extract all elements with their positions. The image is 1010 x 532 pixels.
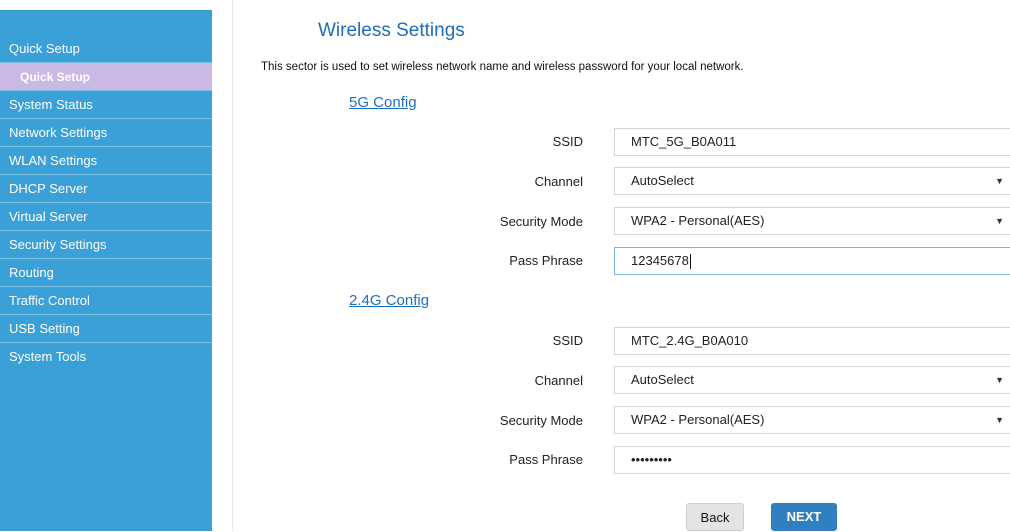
value-2-4g-pass-phrase: ••••••••• [631, 452, 672, 467]
sidebar-subitem-quick-setup[interactable]: Quick Setup [0, 63, 212, 91]
sidebar-item-system-status[interactable]: System Status [0, 91, 212, 119]
sidebar-item-traffic-control[interactable]: Traffic Control [0, 287, 212, 315]
sidebar-item-dhcp-server[interactable]: DHCP Server [0, 175, 212, 203]
input-2-4g-ssid[interactable]: MTC_2.4G_B0A010 [614, 327, 1010, 355]
content-divider [232, 0, 233, 531]
value-5g-security-mode: WPA2 - Personal(AES) [631, 213, 765, 228]
sidebar-item-system-tools[interactable]: System Tools [0, 343, 212, 371]
sidebar-item-usb-setting[interactable]: USB Setting [0, 315, 212, 343]
select-2-4g-security-mode[interactable]: WPA2 - Personal(AES) ▼ [614, 406, 1010, 434]
label-5g-pass-phrase: Pass Phrase [509, 253, 583, 268]
dropdown-arrow-icon: ▼ [995, 375, 1004, 385]
select-2-4g-channel[interactable]: AutoSelect ▼ [614, 366, 1010, 394]
page-title: Wireless Settings [318, 20, 465, 41]
input-5g-ssid[interactable]: MTC_5G_B0A011 [614, 128, 1010, 156]
sidebar-item-virtual-server[interactable]: Virtual Server [0, 203, 212, 231]
value-5g-pass-phrase: 12345678 [631, 253, 689, 268]
dropdown-arrow-icon: ▼ [995, 216, 1004, 226]
value-2-4g-channel: AutoSelect [631, 372, 694, 387]
sidebar-item-network-settings[interactable]: Network Settings [0, 119, 212, 147]
input-5g-pass-phrase[interactable]: 12345678 [614, 247, 1010, 275]
dropdown-arrow-icon: ▼ [995, 415, 1004, 425]
select-5g-channel[interactable]: AutoSelect ▼ [614, 167, 1010, 195]
link-5g-config[interactable]: 5G Config [349, 94, 417, 111]
label-2-4g-security: Security Mode [499, 413, 583, 428]
input-2-4g-pass-phrase[interactable]: ••••••••• [614, 446, 1010, 474]
sidebar-item-routing[interactable]: Routing [0, 259, 212, 287]
back-button[interactable]: Back [686, 503, 744, 531]
link-2-4g-config[interactable]: 2.4G Config [349, 292, 429, 309]
value-2-4g-ssid: MTC_2.4G_B0A010 [631, 333, 749, 348]
select-5g-security-mode[interactable]: WPA2 - Personal(AES) ▼ [614, 207, 1010, 235]
sidebar-nav: Quick Setup Quick Setup System Status Ne… [0, 10, 212, 531]
label-2-4g-pass-phrase: Pass Phrase [509, 452, 583, 467]
sidebar-item-quick-setup[interactable]: Quick Setup [0, 35, 212, 63]
page-description: This sector is used to set wireless netw… [261, 61, 744, 73]
next-button[interactable]: NEXT [771, 503, 837, 531]
sidebar-item-security-settings[interactable]: Security Settings [0, 231, 212, 259]
label-2-4g-ssid: SSID [552, 333, 583, 348]
value-5g-channel: AutoSelect [631, 173, 694, 188]
value-2-4g-security-mode: WPA2 - Personal(AES) [631, 412, 765, 427]
label-5g-ssid: SSID [552, 134, 583, 149]
sidebar-item-wlan-settings[interactable]: WLAN Settings [0, 147, 212, 175]
text-cursor [689, 254, 691, 270]
value-5g-ssid: MTC_5G_B0A011 [631, 134, 737, 149]
label-5g-security: Security Mode [499, 214, 583, 229]
label-2-4g-channel: Channel [534, 373, 583, 388]
label-5g-channel: Channel [534, 174, 583, 189]
dropdown-arrow-icon: ▼ [995, 176, 1004, 186]
